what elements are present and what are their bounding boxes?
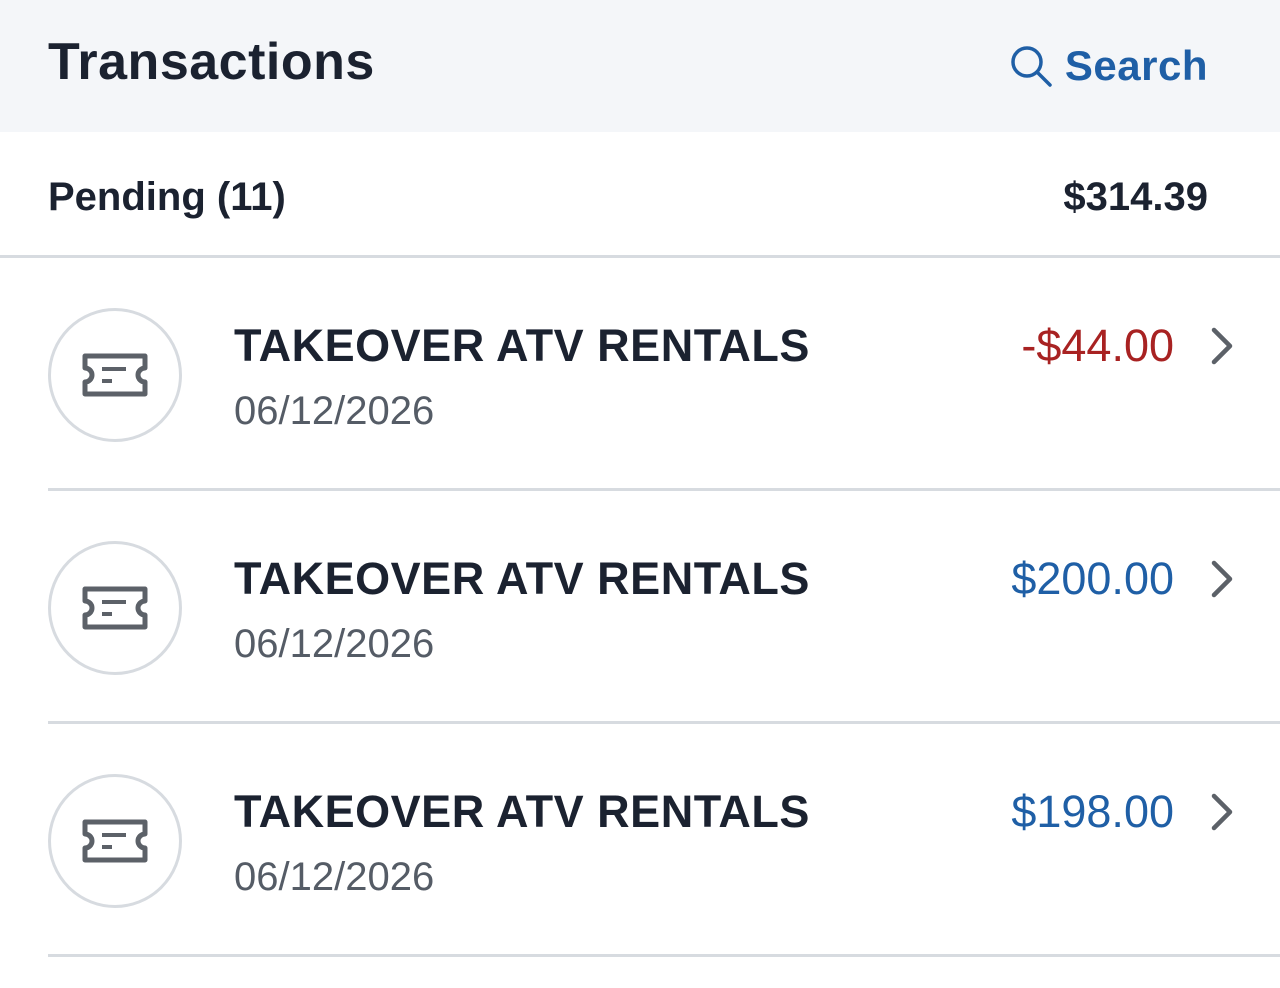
app-header: Transactions Search [0,0,1280,132]
chevron-right-icon [1211,793,1233,831]
pending-summary: Pending (11) $314.39 [0,132,1280,258]
transaction-date: 06/12/2026 [234,622,435,666]
merchant-name: TAKEOVER ATV RENTALS [234,320,810,371]
pending-total: $314.39 [1063,175,1208,219]
chevron-right-icon [1211,327,1233,365]
row-divider [48,954,1280,957]
merchant-name: TAKEOVER ATV RENTALS [234,553,810,604]
search-icon [1009,44,1053,88]
search-label: Search [1064,42,1208,89]
transaction-date: 06/12/2026 [234,855,435,899]
chevron-right-icon [1211,560,1233,598]
transaction-row[interactable]: TAKEOVER ATV RENTALS 06/12/2026 -$44.00 [0,258,1280,491]
page-title: Transactions [48,33,375,91]
transaction-list: TAKEOVER ATV RENTALS 06/12/2026 -$44.00 … [0,258,1280,957]
ticket-icon [48,541,182,675]
ticket-icon [48,308,182,442]
transaction-date: 06/12/2026 [234,389,435,433]
pending-label: Pending (11) [48,175,286,219]
merchant-name: TAKEOVER ATV RENTALS [234,786,810,837]
transaction-amount: $200.00 [1011,553,1174,604]
ticket-icon [48,774,182,908]
transaction-row[interactable]: TAKEOVER ATV RENTALS 06/12/2026 $200.00 [0,491,1280,724]
transaction-amount: -$44.00 [1021,320,1174,371]
transaction-row[interactable]: TAKEOVER ATV RENTALS 06/12/2026 $198.00 [0,724,1280,957]
search-button[interactable]: Search [1009,38,1208,94]
transaction-amount: $198.00 [1011,786,1174,837]
